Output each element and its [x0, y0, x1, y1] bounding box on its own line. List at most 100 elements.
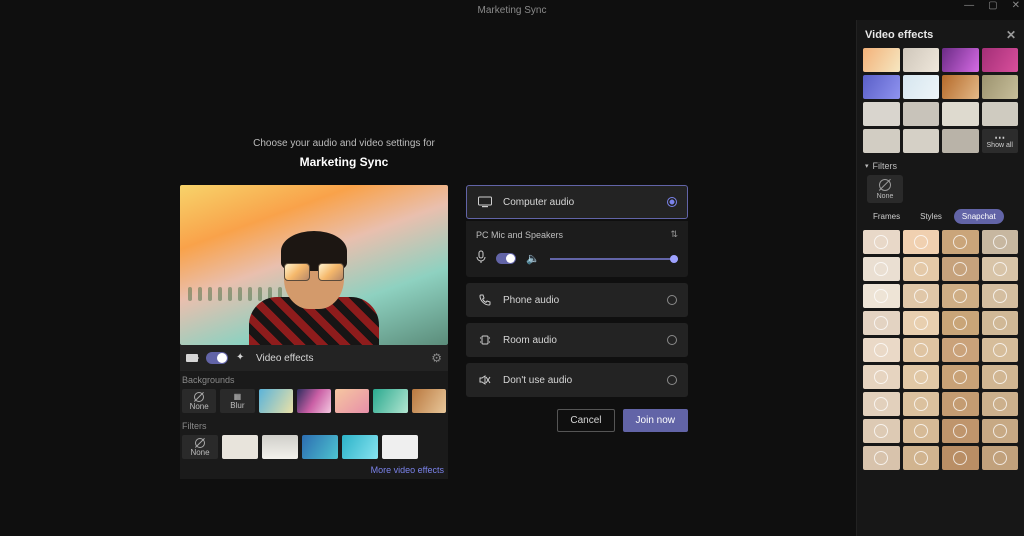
- lens-swatch-11[interactable]: [982, 284, 1019, 308]
- filters-label: Filters: [180, 417, 448, 435]
- more-video-effects-link[interactable]: More video effects: [180, 463, 448, 477]
- speaker-icon: 🔈: [526, 252, 540, 265]
- lens-swatch-31[interactable]: [982, 419, 1019, 443]
- tab-frames[interactable]: Frames: [865, 209, 908, 224]
- maximize-button[interactable]: ▢: [988, 0, 997, 11]
- sb-bg-7[interactable]: [982, 75, 1019, 99]
- sb-bg-5[interactable]: [903, 75, 940, 99]
- sb-bg-6[interactable]: [942, 75, 979, 99]
- lens-swatch-19[interactable]: [982, 338, 1019, 362]
- filter-preset-4[interactable]: [342, 435, 378, 459]
- filter-preset-1[interactable]: [222, 435, 258, 459]
- sidebar-filter-tabs: Frames Styles Snapchat: [863, 209, 1018, 224]
- sidebar-close-icon[interactable]: ✕: [1006, 28, 1016, 42]
- lens-swatch-18[interactable]: [942, 338, 979, 362]
- lens-swatch-28[interactable]: [863, 419, 900, 443]
- lens-swatch-26[interactable]: [942, 392, 979, 416]
- sb-bg-11[interactable]: [982, 102, 1019, 126]
- bg-preset-3[interactable]: [335, 389, 369, 413]
- chevron-down-icon[interactable]: ▾: [865, 162, 869, 170]
- cancel-button[interactable]: Cancel: [557, 409, 614, 432]
- no-audio-option[interactable]: Don't use audio: [466, 363, 688, 397]
- volume-slider[interactable]: [550, 254, 678, 264]
- bg-preset-4[interactable]: [373, 389, 407, 413]
- sb-bg-8[interactable]: [863, 102, 900, 126]
- lens-swatch-35[interactable]: [982, 446, 1019, 470]
- tab-styles[interactable]: Styles: [912, 209, 950, 224]
- audio-device-name[interactable]: PC Mic and Speakers: [476, 230, 563, 240]
- lens-swatch-23[interactable]: [982, 365, 1019, 389]
- room-audio-option[interactable]: Room audio: [466, 323, 688, 357]
- computer-audio-option[interactable]: Computer audio: [466, 185, 688, 219]
- sb-bg-2[interactable]: [942, 48, 979, 72]
- camera-preview: [180, 185, 448, 345]
- bg-none[interactable]: None: [182, 389, 216, 413]
- blur-icon: ▦: [234, 392, 242, 401]
- computer-audio-icon: [477, 194, 493, 210]
- lens-swatch-3[interactable]: [982, 230, 1019, 254]
- video-toolbar: Video effects ⚙: [180, 345, 448, 371]
- lens-swatch-34[interactable]: [942, 446, 979, 470]
- lens-swatch-0[interactable]: [863, 230, 900, 254]
- video-effects-sidebar: Video effects ✕ ⋯Show all ▾ Filters: [856, 20, 1024, 536]
- sidebar-filter-none[interactable]: None: [867, 175, 903, 203]
- tab-snapchat[interactable]: Snapchat: [954, 209, 1004, 224]
- close-button[interactable]: ✕: [1012, 0, 1020, 11]
- lens-swatch-30[interactable]: [942, 419, 979, 443]
- room-icon: [477, 332, 493, 348]
- video-effects-button[interactable]: Video effects: [256, 353, 313, 364]
- lens-swatch-7[interactable]: [982, 257, 1019, 281]
- phone-audio-option[interactable]: Phone audio: [466, 283, 688, 317]
- lens-swatch-24[interactable]: [863, 392, 900, 416]
- lens-swatch-33[interactable]: [903, 446, 940, 470]
- lens-swatch-16[interactable]: [863, 338, 900, 362]
- lens-swatch-2[interactable]: [942, 230, 979, 254]
- filter-preset-2[interactable]: [262, 435, 298, 459]
- camera-toggle[interactable]: [206, 352, 228, 364]
- sb-bg-1[interactable]: [903, 48, 940, 72]
- lens-swatch-13[interactable]: [903, 311, 940, 335]
- lens-swatch-25[interactable]: [903, 392, 940, 416]
- sb-show-all[interactable]: ⋯Show all: [982, 129, 1019, 153]
- lens-swatch-14[interactable]: [942, 311, 979, 335]
- gear-icon[interactable]: ⚙: [431, 351, 442, 365]
- lens-swatch-29[interactable]: [903, 419, 940, 443]
- sb-bg-13[interactable]: [903, 129, 940, 153]
- lens-swatch-1[interactable]: [903, 230, 940, 254]
- lens-swatch-15[interactable]: [982, 311, 1019, 335]
- sb-bg-0[interactable]: [863, 48, 900, 72]
- filter-preset-5[interactable]: [382, 435, 418, 459]
- lens-swatch-32[interactable]: [863, 446, 900, 470]
- lens-swatch-6[interactable]: [942, 257, 979, 281]
- window-controls: — ▢ ✕: [964, 0, 1020, 11]
- lens-swatch-10[interactable]: [942, 284, 979, 308]
- no-audio-label: Don't use audio: [503, 375, 572, 386]
- sb-bg-14[interactable]: [942, 129, 979, 153]
- sb-bg-10[interactable]: [942, 102, 979, 126]
- bg-preset-5[interactable]: [412, 389, 446, 413]
- join-now-button[interactable]: Join now: [623, 409, 688, 432]
- sb-bg-4[interactable]: [863, 75, 900, 99]
- sb-bg-3[interactable]: [982, 48, 1019, 72]
- lens-swatch-21[interactable]: [903, 365, 940, 389]
- sb-bg-12[interactable]: [863, 129, 900, 153]
- filter-preset-3[interactable]: [302, 435, 338, 459]
- lens-swatch-27[interactable]: [982, 392, 1019, 416]
- filter-none[interactable]: None: [182, 435, 218, 459]
- bg-preset-2[interactable]: [297, 389, 331, 413]
- lens-swatch-20[interactable]: [863, 365, 900, 389]
- lens-swatch-17[interactable]: [903, 338, 940, 362]
- bg-blur[interactable]: ▦ Blur: [220, 389, 254, 413]
- lens-swatch-4[interactable]: [863, 257, 900, 281]
- lens-swatch-22[interactable]: [942, 365, 979, 389]
- bg-preset-1[interactable]: [259, 389, 293, 413]
- mic-toggle[interactable]: [496, 253, 516, 264]
- lens-swatch-12[interactable]: [863, 311, 900, 335]
- device-settings-icon[interactable]: ⇅: [670, 229, 678, 240]
- lens-swatch-5[interactable]: [903, 257, 940, 281]
- title-bar: Marketing Sync — ▢ ✕: [0, 0, 1024, 20]
- lens-swatch-8[interactable]: [863, 284, 900, 308]
- minimize-button[interactable]: —: [964, 0, 974, 11]
- sb-bg-9[interactable]: [903, 102, 940, 126]
- lens-swatch-9[interactable]: [903, 284, 940, 308]
